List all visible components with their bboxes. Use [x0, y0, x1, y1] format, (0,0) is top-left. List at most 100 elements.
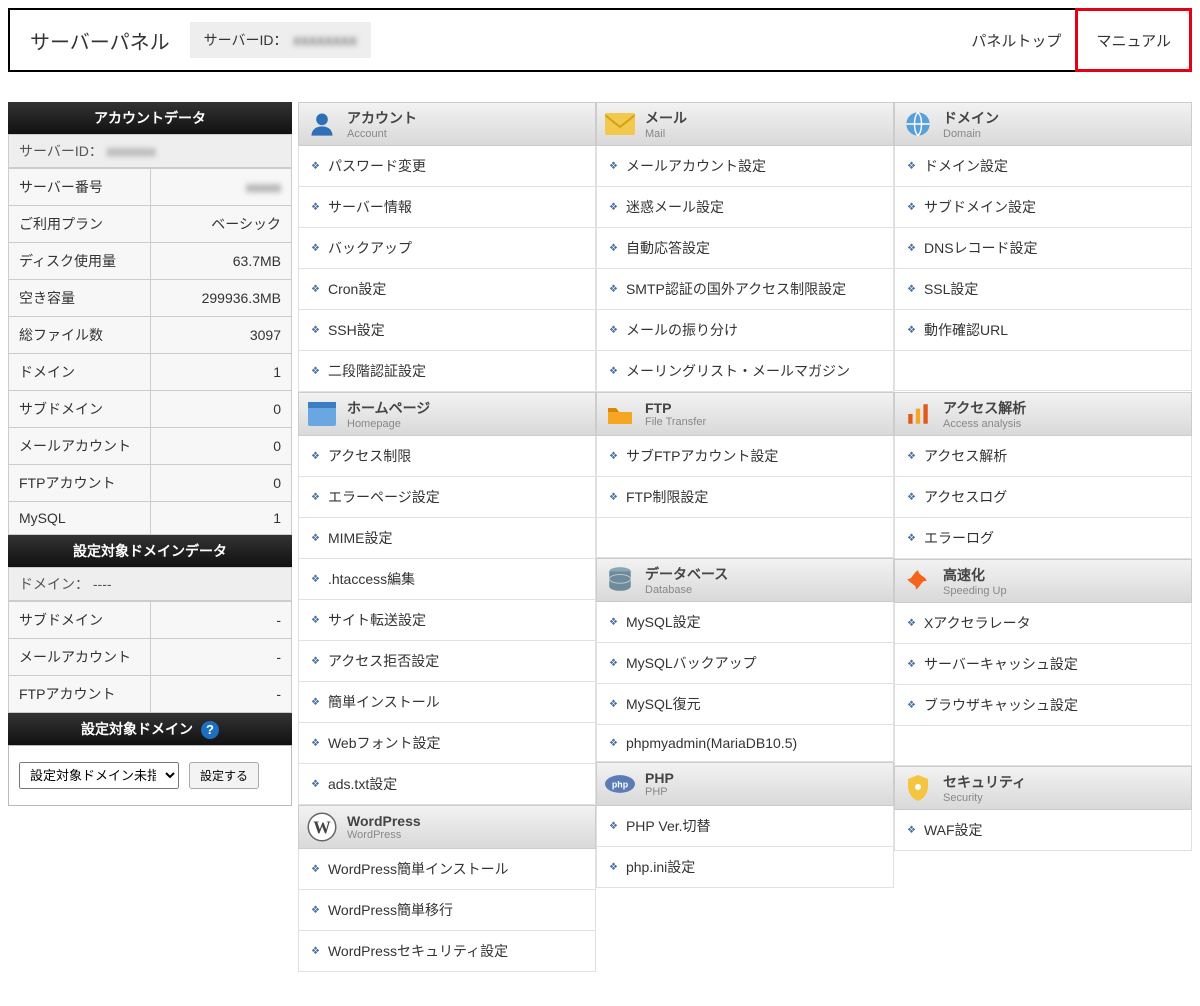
bullet-icon: ❖	[609, 284, 618, 295]
domain-data-table: サブドメイン-メールアカウント-FTPアカウント-	[8, 601, 292, 713]
menu-link-wordpress[interactable]: ❖ WordPressセキュリティ設定	[298, 931, 596, 972]
menu-link-access[interactable]: ❖ アクセスログ	[894, 477, 1192, 518]
menu-link-account[interactable]: ❖ Cron設定	[298, 269, 596, 310]
bullet-icon: ❖	[311, 325, 320, 336]
menu-link-domain[interactable]: ❖ 動作確認URL	[894, 310, 1192, 351]
menu-link-mail[interactable]: ❖ SMTP認証の国外アクセス制限設定	[596, 269, 894, 310]
account-row-label: ご利用プラン	[9, 206, 151, 243]
menu-link-speed[interactable]: ❖ ブラウザキャッシュ設定	[894, 685, 1192, 726]
account-row-value: 3097	[150, 317, 292, 354]
menu-link-domain[interactable]: ❖ DNSレコード設定	[894, 228, 1192, 269]
menu-link-wordpress[interactable]: ❖ WordPress簡単移行	[298, 890, 596, 931]
menu-link-label: ドメイン設定	[924, 156, 1008, 176]
menu-link-label: サブFTPアカウント設定	[626, 446, 778, 466]
manual-link[interactable]: マニュアル	[1075, 8, 1192, 72]
menu-link-homepage[interactable]: ❖ アクセス制限	[298, 436, 596, 477]
account-row-label: サブドメイン	[9, 391, 151, 428]
bullet-icon: ❖	[609, 325, 618, 336]
domain-row-value: -	[150, 602, 292, 639]
menu-link-ftp[interactable]: ❖ サブFTPアカウント設定	[596, 436, 894, 477]
bullet-icon: ❖	[609, 658, 618, 669]
bullet-icon: ❖	[907, 618, 916, 629]
menu-link-homepage[interactable]: ❖ MIME設定	[298, 518, 596, 559]
menu-link-ftp[interactable]: ❖ FTP制限設定	[596, 477, 894, 518]
empty-row	[596, 518, 894, 558]
set-domain-button[interactable]: 設定する	[189, 762, 259, 789]
menu-link-domain[interactable]: ❖ サブドメイン設定	[894, 187, 1192, 228]
account-row: ドメイン1	[9, 354, 292, 391]
menu-link-php[interactable]: ❖ PHP Ver.切替	[596, 806, 894, 847]
bullet-icon: ❖	[609, 492, 618, 503]
help-icon[interactable]: ?	[201, 721, 219, 739]
menu-link-label: メールの振り分け	[626, 320, 738, 340]
menu-link-mail[interactable]: ❖ メールアカウント設定	[596, 146, 894, 187]
bullet-icon: ❖	[907, 325, 916, 336]
menu-link-domain[interactable]: ❖ SSL設定	[894, 269, 1192, 310]
bullet-icon: ❖	[907, 161, 916, 172]
bullet-icon: ❖	[609, 617, 618, 628]
menu-link-account[interactable]: ❖ パスワード変更	[298, 146, 596, 187]
menu-link-label: Webフォント設定	[328, 733, 441, 753]
menu-link-wordpress[interactable]: ❖ WordPress簡単インストール	[298, 849, 596, 890]
menu-link-access[interactable]: ❖ エラーログ	[894, 518, 1192, 559]
envelope-icon	[605, 109, 635, 139]
menu-link-label: サーバー情報	[328, 197, 412, 217]
menu-link-mail[interactable]: ❖ メールの振り分け	[596, 310, 894, 351]
category-title-en: Homepage	[347, 418, 430, 430]
domain-row: サブドメイン-	[9, 602, 292, 639]
menu-link-homepage[interactable]: ❖ エラーページ設定	[298, 477, 596, 518]
target-domain-title: 設定対象ドメイン ?	[8, 713, 292, 745]
menu-link-php[interactable]: ❖ php.ini設定	[596, 847, 894, 888]
menu-link-mail[interactable]: ❖ 自動応答設定	[596, 228, 894, 269]
menu-link-account[interactable]: ❖ 二段階認証設定	[298, 351, 596, 392]
bullet-icon: ❖	[609, 243, 618, 254]
menu-link-label: SSH設定	[328, 320, 385, 340]
bullet-icon: ❖	[609, 451, 618, 462]
panel-top-link[interactable]: パネルトップ	[957, 10, 1075, 70]
menu-link-mail[interactable]: ❖ 迷惑メール設定	[596, 187, 894, 228]
menu-link-homepage[interactable]: ❖ サイト転送設定	[298, 600, 596, 641]
menu-link-database[interactable]: ❖ MySQL設定	[596, 602, 894, 643]
category-title-en: Domain	[943, 128, 999, 140]
account-row: ご利用プランベーシック	[9, 206, 292, 243]
category-header-mail: メール Mail	[596, 102, 894, 146]
bullet-icon: ❖	[907, 492, 916, 503]
menu-link-homepage[interactable]: ❖ Webフォント設定	[298, 723, 596, 764]
target-domain-select[interactable]: 設定対象ドメイン未指定	[19, 762, 179, 789]
sidebar-server-id-label: サーバーID：	[19, 143, 103, 159]
menu-link-homepage[interactable]: ❖ アクセス拒否設定	[298, 641, 596, 682]
menu-link-account[interactable]: ❖ サーバー情報	[298, 187, 596, 228]
globe-icon	[903, 109, 933, 139]
menu-link-speed[interactable]: ❖ Xアクセラレータ	[894, 603, 1192, 644]
menu-link-account[interactable]: ❖ バックアップ	[298, 228, 596, 269]
menu-link-homepage[interactable]: ❖ .htaccess編集	[298, 559, 596, 600]
menu-link-database[interactable]: ❖ MySQLバックアップ	[596, 643, 894, 684]
menu-link-label: DNSレコード設定	[924, 238, 1038, 258]
menu-link-account[interactable]: ❖ SSH設定	[298, 310, 596, 351]
target-domain-title-label: 設定対象ドメイン	[81, 721, 193, 737]
menu-link-label: SMTP認証の国外アクセス制限設定	[626, 279, 846, 299]
menu-link-label: アクセス解析	[924, 446, 1007, 466]
menu-link-security[interactable]: ❖ WAF設定	[894, 810, 1192, 851]
category-title-en: Speeding Up	[943, 585, 1007, 597]
account-row: サーバー番号xxxxx	[9, 169, 292, 206]
menu-link-access[interactable]: ❖ アクセス解析	[894, 436, 1192, 477]
menu-link-label: エラーページ設定	[328, 487, 440, 507]
menu-link-homepage[interactable]: ❖ ads.txt設定	[298, 764, 596, 805]
menu-link-label: 迷惑メール設定	[626, 197, 724, 217]
bullet-icon: ❖	[907, 243, 916, 254]
menu-link-domain[interactable]: ❖ ドメイン設定	[894, 146, 1192, 187]
account-row-value: 1	[150, 354, 292, 391]
window-icon	[307, 399, 337, 429]
menu-link-label: ブラウザキャッシュ設定	[924, 695, 1078, 715]
menu-link-mail[interactable]: ❖ メーリングリスト・メールマガジン	[596, 351, 894, 392]
menu-link-homepage[interactable]: ❖ 簡単インストール	[298, 682, 596, 723]
flame-icon	[903, 566, 933, 596]
domain-row: メールアカウント-	[9, 639, 292, 676]
menu-link-label: MySQL設定	[626, 612, 701, 632]
bullet-icon: ❖	[311, 779, 320, 790]
category-header-homepage: ホームページ Homepage	[298, 392, 596, 436]
menu-link-database[interactable]: ❖ phpmyadmin(MariaDB10.5)	[596, 725, 894, 762]
menu-link-database[interactable]: ❖ MySQL復元	[596, 684, 894, 725]
menu-link-speed[interactable]: ❖ サーバーキャッシュ設定	[894, 644, 1192, 685]
